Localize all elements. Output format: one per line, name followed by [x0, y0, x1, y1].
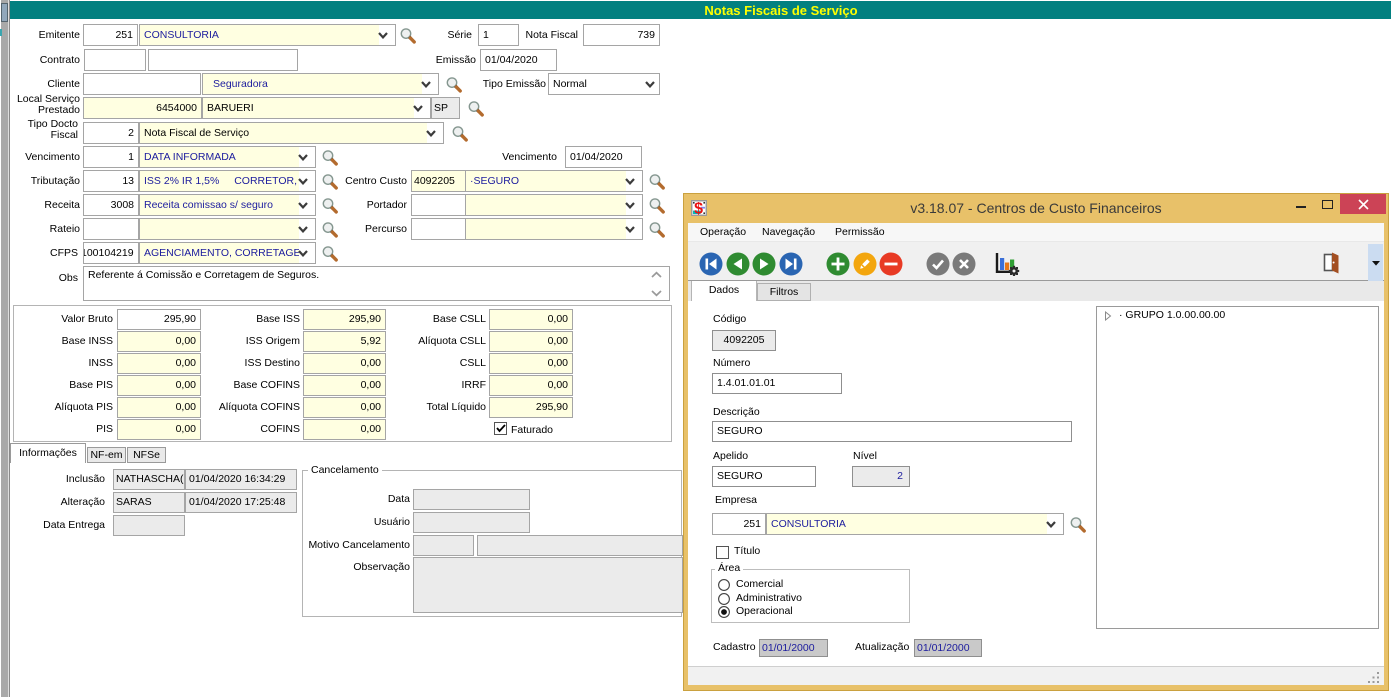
- svg-text:$: $: [694, 201, 703, 216]
